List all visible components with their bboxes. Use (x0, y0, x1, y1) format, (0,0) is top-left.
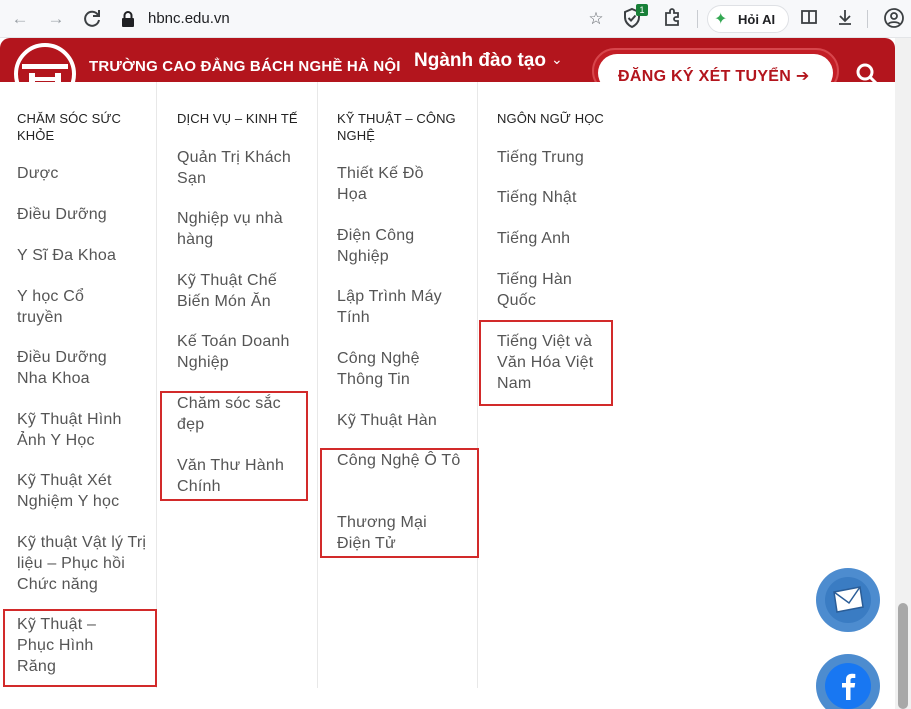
extensions-icon[interactable] (660, 7, 684, 31)
bookmark-star-icon[interactable]: ☆ (584, 7, 608, 31)
nav-training-programs[interactable]: Ngành đào tạo (414, 50, 546, 72)
highlight-box (3, 609, 157, 687)
column-title: KỸ THUẬT – CÔNG NGHỆ (337, 111, 456, 143)
back-icon[interactable]: ← (8, 7, 32, 31)
menu-item[interactable]: Điện Công Nghiệp (337, 225, 447, 267)
menu-item[interactable]: Tiếng Hàn Quốc (497, 269, 597, 311)
menu-item[interactable]: Y Sĩ Đa Khoa (17, 245, 147, 266)
email-contact-button[interactable] (816, 568, 880, 632)
mail-icon (825, 577, 871, 623)
menu-item[interactable]: Kỹ Thuật Xét Nghiệm Y học (17, 470, 142, 512)
forward-icon[interactable]: → (44, 7, 68, 31)
menu-item[interactable]: Tiếng Anh (497, 228, 627, 249)
scrollbar-thumb[interactable] (898, 603, 908, 709)
toolbar-divider (867, 10, 868, 28)
menu-item[interactable]: Kỹ Thuật Hàn (337, 410, 467, 431)
highlight-box (479, 320, 613, 406)
register-button-label: ĐĂNG KÝ XÉT TUYỂN ➔ (618, 68, 810, 82)
ask-ai-button[interactable]: ✦ Hỏi AI (707, 5, 789, 33)
menu-item[interactable]: Kỹ thuật Vật lý Trị liệu – Phục hồi Chức… (17, 532, 147, 595)
site-header: TRƯỜNG CAO ĐẲNG BÁCH NGHỀ HÀ NỘI Ngành đ… (0, 38, 895, 82)
browser-toolbar: ← → hbnc.edu.vn ☆ 1 ✦ Hỏi AI (0, 0, 911, 38)
menu-item[interactable]: Điều Dưỡng (17, 204, 147, 225)
menu-item[interactable]: Tiếng Trung (497, 147, 627, 168)
ask-ai-label: Hỏi AI (738, 12, 776, 27)
menu-item[interactable]: Quản Trị Khách Sạn (177, 147, 307, 189)
menu-item[interactable]: Dược (17, 163, 147, 184)
menu-item[interactable]: Kỹ Thuật Chế Biến Món Ăn (177, 270, 302, 312)
download-icon[interactable] (833, 7, 857, 31)
menu-item[interactable]: Y học Cổ truyền (17, 286, 117, 328)
sparkle-icon: ✦ (714, 11, 728, 28)
column-title: DỊCH VỤ – KINH TẾ (177, 111, 298, 126)
menu-item[interactable]: Kỹ Thuật Hình Ảnh Y Học (17, 409, 142, 451)
facebook-icon (825, 663, 871, 709)
chevron-down-icon[interactable]: ⌄ (551, 51, 563, 68)
column-title: NGÔN NGỮ HỌC (497, 111, 604, 126)
programs-mega-menu: CHĂM SÓC SỨC KHỎE Dược Điều Dưỡng Y Sĩ Đ… (0, 82, 895, 709)
column-divider (317, 82, 318, 688)
reading-mode-icon[interactable] (797, 7, 821, 31)
reload-icon[interactable] (80, 7, 104, 31)
highlight-box (160, 391, 308, 501)
site-info-icon[interactable] (118, 9, 138, 29)
school-name[interactable]: TRƯỜNG CAO ĐẲNG BÁCH NGHỀ HÀ NỘI (89, 58, 401, 75)
menu-item[interactable]: Điều Dưỡng Nha Khoa (17, 347, 127, 389)
column-title: CHĂM SÓC SỨC KHỎE (17, 111, 122, 143)
menu-item[interactable]: Thiết Kế Đồ Họa (337, 163, 447, 205)
extension-badge: 1 (636, 4, 648, 16)
school-logo[interactable] (14, 43, 76, 82)
menu-item[interactable]: Nghiệp vụ nhà hàng (177, 208, 307, 250)
profile-icon[interactable] (882, 7, 906, 31)
menu-item[interactable]: Tiếng Nhật (497, 187, 627, 208)
facebook-contact-button[interactable] (816, 654, 880, 709)
highlight-box (320, 448, 479, 558)
search-icon[interactable] (855, 62, 879, 82)
toolbar-divider (697, 10, 698, 28)
address-bar[interactable]: hbnc.edu.vn (148, 10, 230, 27)
menu-item[interactable]: Lập Trình Máy Tính (337, 286, 462, 328)
menu-item[interactable]: Công Nghệ Thông Tin (337, 348, 447, 390)
column-divider (156, 82, 157, 688)
menu-item[interactable]: Kế Toán Doanh Nghiệp (177, 331, 307, 373)
column-divider (477, 82, 478, 688)
